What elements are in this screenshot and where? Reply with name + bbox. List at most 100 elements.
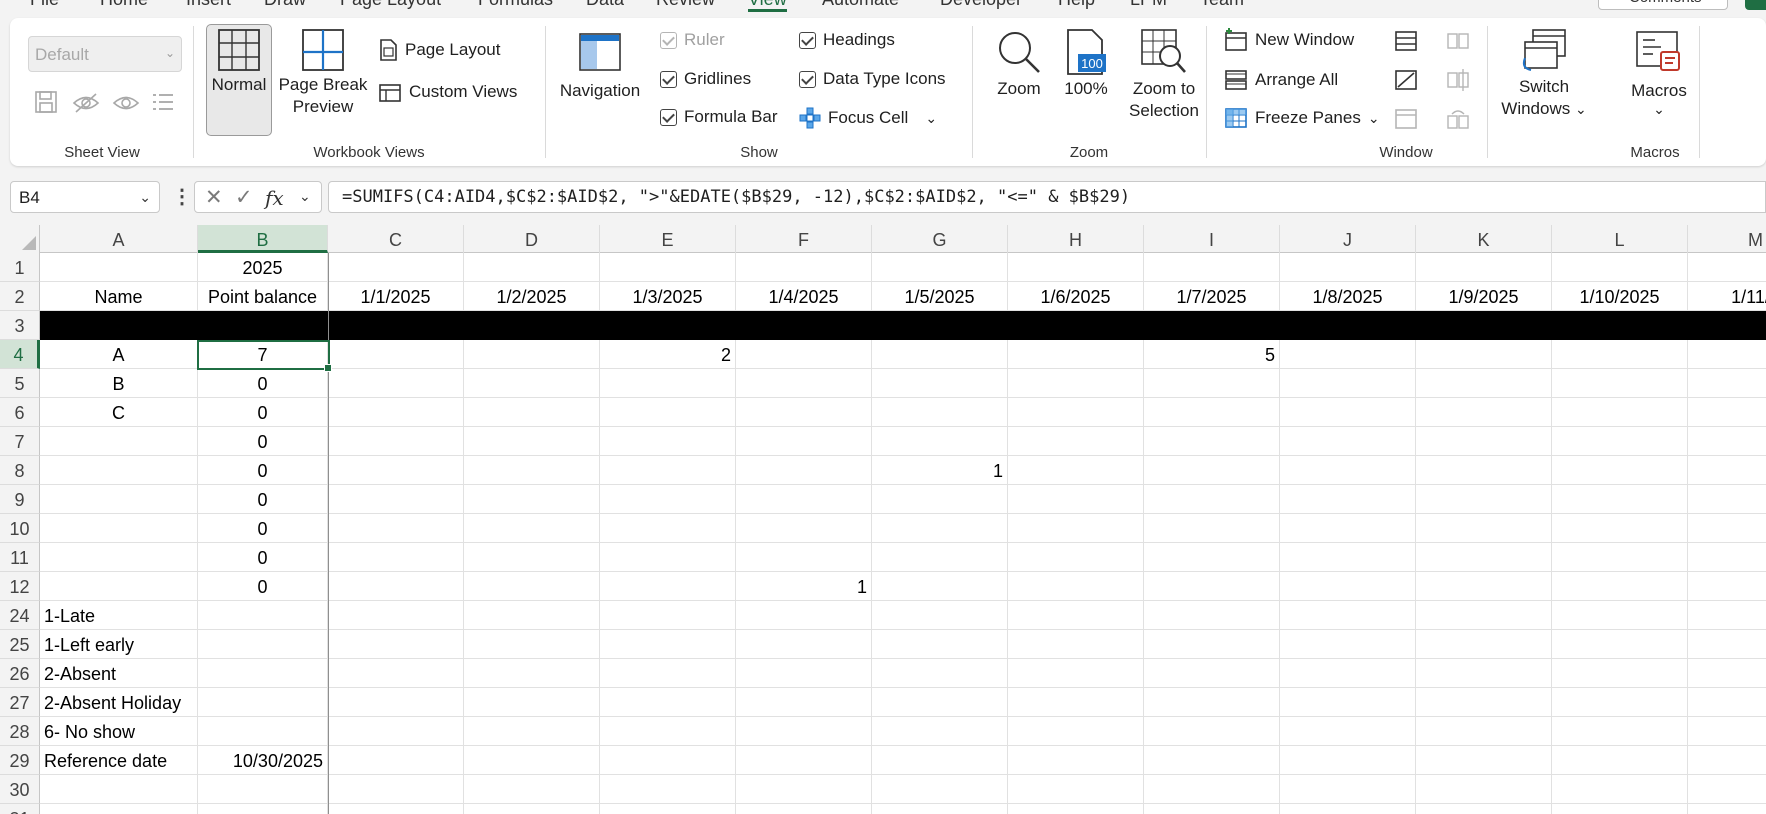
- cell-h6[interactable]: [1008, 398, 1144, 427]
- cell-b9[interactable]: 0: [198, 485, 328, 514]
- tab-developer[interactable]: Developer: [940, 0, 1022, 10]
- cell-m29[interactable]: [1688, 746, 1766, 775]
- cell-c12[interactable]: [328, 572, 464, 601]
- cell-c30[interactable]: [328, 775, 464, 804]
- select-all-button[interactable]: [0, 225, 40, 253]
- cell-h30[interactable]: [1008, 775, 1144, 804]
- tab-view[interactable]: View: [748, 0, 787, 12]
- cell-b10[interactable]: 0: [198, 514, 328, 543]
- row-header-5[interactable]: 5: [0, 369, 40, 398]
- tab-file[interactable]: File: [30, 0, 59, 10]
- cell-d6[interactable]: [464, 398, 600, 427]
- cell-l30[interactable]: [1552, 775, 1688, 804]
- cell-d27[interactable]: [464, 688, 600, 717]
- reset-window-position-icon[interactable]: [1446, 108, 1470, 130]
- cell-k25[interactable]: [1416, 630, 1552, 659]
- column-header-b[interactable]: B: [198, 225, 328, 253]
- cell-l26[interactable]: [1552, 659, 1688, 688]
- cell-d26[interactable]: [464, 659, 600, 688]
- cell-i11[interactable]: [1144, 543, 1280, 572]
- cell-e5[interactable]: [600, 369, 736, 398]
- cell-e27[interactable]: [600, 688, 736, 717]
- cell-m12[interactable]: [1688, 572, 1766, 601]
- cell-l8[interactable]: [1552, 456, 1688, 485]
- cell-b28[interactable]: [198, 717, 328, 746]
- cell-a2[interactable]: Name: [40, 282, 198, 311]
- hide-icon[interactable]: [1394, 69, 1418, 91]
- cell-c1[interactable]: [328, 253, 464, 282]
- cell-j30[interactable]: [1280, 775, 1416, 804]
- cell-j2[interactable]: 1/8/2025: [1280, 282, 1416, 311]
- zoom-button[interactable]: Zoom: [988, 28, 1050, 100]
- row-header-24[interactable]: 24: [0, 601, 40, 630]
- cell-k2[interactable]: 1/9/2025: [1416, 282, 1552, 311]
- cell-l9[interactable]: [1552, 485, 1688, 514]
- cell-j27[interactable]: [1280, 688, 1416, 717]
- row-header-12[interactable]: 12: [0, 572, 40, 601]
- cell-e1[interactable]: [600, 253, 736, 282]
- cell-h7[interactable]: [1008, 427, 1144, 456]
- cell-j6[interactable]: [1280, 398, 1416, 427]
- cell-i24[interactable]: [1144, 601, 1280, 630]
- cell-i5[interactable]: [1144, 369, 1280, 398]
- cell-m9[interactable]: [1688, 485, 1766, 514]
- cell-m7[interactable]: [1688, 427, 1766, 456]
- cell-d1[interactable]: [464, 253, 600, 282]
- row-header-28[interactable]: 28: [0, 717, 40, 746]
- cell-l2[interactable]: 1/10/2025: [1552, 282, 1688, 311]
- cell-l25[interactable]: [1552, 630, 1688, 659]
- cell-a31[interactable]: [40, 804, 198, 814]
- cell-l29[interactable]: [1552, 746, 1688, 775]
- column-header-g[interactable]: G: [872, 225, 1008, 253]
- cell-f6[interactable]: [736, 398, 872, 427]
- cell-k11[interactable]: [1416, 543, 1552, 572]
- cell-a10[interactable]: [40, 514, 198, 543]
- cell-d31[interactable]: [464, 804, 600, 814]
- row-header-31[interactable]: 31: [0, 804, 40, 814]
- cell-g5[interactable]: [872, 369, 1008, 398]
- cell-l24[interactable]: [1552, 601, 1688, 630]
- cell-a25[interactable]: 1-Left early: [40, 630, 198, 659]
- cell-j11[interactable]: [1280, 543, 1416, 572]
- cell-a4[interactable]: A: [40, 340, 198, 369]
- cell-c29[interactable]: [328, 746, 464, 775]
- tab-formulas[interactable]: Formulas: [478, 0, 553, 10]
- cell-g30[interactable]: [872, 775, 1008, 804]
- cell-f31[interactable]: [736, 804, 872, 814]
- column-header-d[interactable]: D: [464, 225, 600, 253]
- column-header-m[interactable]: M: [1688, 225, 1766, 253]
- cell-i9[interactable]: [1144, 485, 1280, 514]
- column-header-a[interactable]: A: [40, 225, 198, 253]
- cell-b8[interactable]: 0: [198, 456, 328, 485]
- cell-h11[interactable]: [1008, 543, 1144, 572]
- tab-page-layout[interactable]: Page Layout: [340, 0, 441, 10]
- cell-g12[interactable]: [872, 572, 1008, 601]
- cell-i27[interactable]: [1144, 688, 1280, 717]
- cell-k24[interactable]: [1416, 601, 1552, 630]
- cell-k29[interactable]: [1416, 746, 1552, 775]
- cell-h24[interactable]: [1008, 601, 1144, 630]
- tab-lpm[interactable]: LPM: [1130, 0, 1167, 10]
- cell-f26[interactable]: [736, 659, 872, 688]
- cell-c6[interactable]: [328, 398, 464, 427]
- cell-f8[interactable]: [736, 456, 872, 485]
- cell-a24[interactable]: 1-Late: [40, 601, 198, 630]
- cell-c24[interactable]: [328, 601, 464, 630]
- row-header-26[interactable]: 26: [0, 659, 40, 688]
- column-header-f[interactable]: F: [736, 225, 872, 253]
- cell-l28[interactable]: [1552, 717, 1688, 746]
- cell-a7[interactable]: [40, 427, 198, 456]
- unhide-icon[interactable]: [1394, 108, 1418, 130]
- cell-k6[interactable]: [1416, 398, 1552, 427]
- cell-m10[interactable]: [1688, 514, 1766, 543]
- cell-d24[interactable]: [464, 601, 600, 630]
- cell-b25[interactable]: [198, 630, 328, 659]
- cell-f10[interactable]: [736, 514, 872, 543]
- cell-e11[interactable]: [600, 543, 736, 572]
- cell-g7[interactable]: [872, 427, 1008, 456]
- cell-c26[interactable]: [328, 659, 464, 688]
- cell-g26[interactable]: [872, 659, 1008, 688]
- cell-l7[interactable]: [1552, 427, 1688, 456]
- page-break-preview-button[interactable]: Page Break Preview: [276, 28, 370, 118]
- cell-c11[interactable]: [328, 543, 464, 572]
